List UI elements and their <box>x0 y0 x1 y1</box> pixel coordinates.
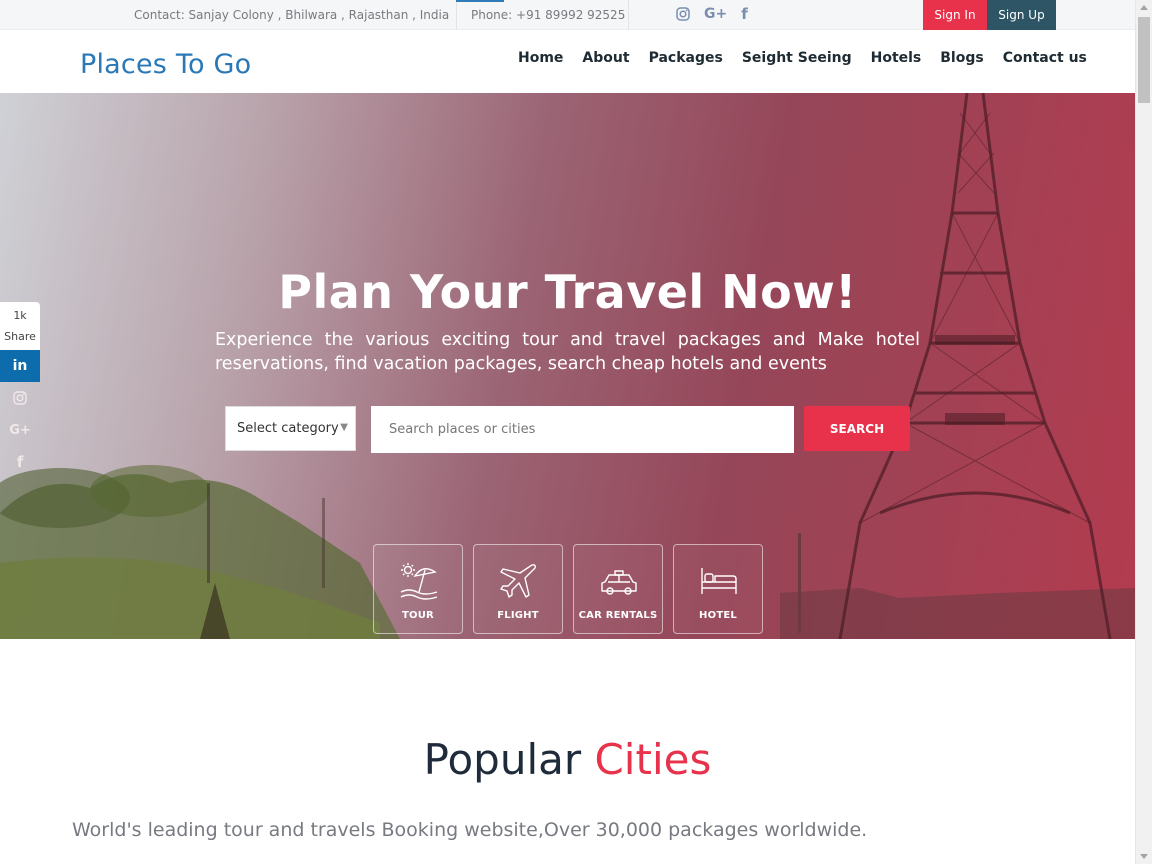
hero-section: Plan Your Travel Now! Experience the var… <box>0 93 1135 639</box>
google-plus-icon[interactable]: G+ <box>704 6 727 22</box>
main-nav: Home About Packages Seight Seeing Hotels… <box>518 50 1087 66</box>
share-sidebar: 1k Share in G+ f <box>0 302 40 478</box>
linkedin-icon[interactable]: in <box>0 350 40 382</box>
category-shortcuts: TOUR FLIGHT CAR RENTALS HOTEL <box>373 544 763 634</box>
phone-accent-line <box>456 0 504 2</box>
hero-title: Plan Your Travel Now! <box>278 265 857 319</box>
nav-contact[interactable]: Contact us <box>1003 50 1087 66</box>
category-label: TOUR <box>402 610 434 621</box>
category-flight[interactable]: FLIGHT <box>473 544 563 634</box>
popular-cities-subtitle: World's leading tour and travels Booking… <box>72 819 868 841</box>
sign-in-button[interactable]: Sign In <box>923 0 987 30</box>
topbar-divider <box>456 0 457 30</box>
topbar-divider <box>628 0 629 30</box>
category-label: HOTEL <box>699 610 737 621</box>
category-select[interactable]: Select category ▼ <box>225 406 356 451</box>
category-select-value: Select category <box>237 421 339 436</box>
airplane-icon <box>500 564 536 598</box>
search-input[interactable] <box>371 406 794 453</box>
nav-hotels[interactable]: Hotels <box>871 50 922 66</box>
sign-up-button[interactable]: Sign Up <box>987 0 1056 30</box>
topbar-social-links: G+ f <box>676 6 748 22</box>
beach-umbrella-icon <box>400 563 438 600</box>
category-car-rentals[interactable]: CAR RENTALS <box>573 544 663 634</box>
heading-accent: Cities <box>594 735 712 784</box>
contact-address: Contact: Sanjay Colony , Bhilwara , Raja… <box>134 8 450 22</box>
share-label: Share <box>4 330 36 343</box>
facebook-icon[interactable]: f <box>0 446 40 478</box>
contact-phone: Phone: +91 89992 92525 <box>471 8 626 22</box>
category-hotel[interactable]: HOTEL <box>673 544 763 634</box>
site-header: Places To Go Home About Packages Seight … <box>0 30 1135 93</box>
category-tour[interactable]: TOUR <box>373 544 463 634</box>
site-logo[interactable]: Places To Go <box>80 49 251 80</box>
category-label: CAR RENTALS <box>578 610 658 621</box>
dropdown-arrow-icon: ▼ <box>340 422 348 433</box>
search-button[interactable]: SEARCH <box>804 406 910 451</box>
hero-subtitle: Experience the various exciting tour and… <box>215 330 920 374</box>
top-bar: Contact: Sanjay Colony , Bhilwara , Raja… <box>0 0 1135 30</box>
scroll-up-arrow-icon[interactable] <box>1140 5 1148 10</box>
nav-home[interactable]: Home <box>518 50 563 66</box>
heading-main: Popular <box>423 735 582 784</box>
nav-sightseeing[interactable]: Seight Seeing <box>742 50 852 66</box>
bed-icon <box>701 568 737 594</box>
nav-packages[interactable]: Packages <box>649 50 723 66</box>
scroll-down-arrow-icon[interactable] <box>1140 854 1148 859</box>
share-count: 1k <box>13 309 27 322</box>
instagram-icon[interactable] <box>0 382 40 414</box>
popular-cities-heading: Popular Cities <box>0 735 1135 784</box>
page-scrollbar[interactable] <box>1135 0 1152 864</box>
taxi-icon <box>601 570 637 595</box>
nav-blogs[interactable]: Blogs <box>940 50 983 66</box>
google-plus-icon[interactable]: G+ <box>0 414 40 446</box>
share-counter: 1k Share <box>0 302 40 350</box>
nav-about[interactable]: About <box>582 50 629 66</box>
scrollbar-thumb[interactable] <box>1138 17 1150 103</box>
category-label: FLIGHT <box>497 610 539 621</box>
instagram-icon[interactable] <box>676 7 690 21</box>
facebook-icon[interactable]: f <box>741 6 748 22</box>
